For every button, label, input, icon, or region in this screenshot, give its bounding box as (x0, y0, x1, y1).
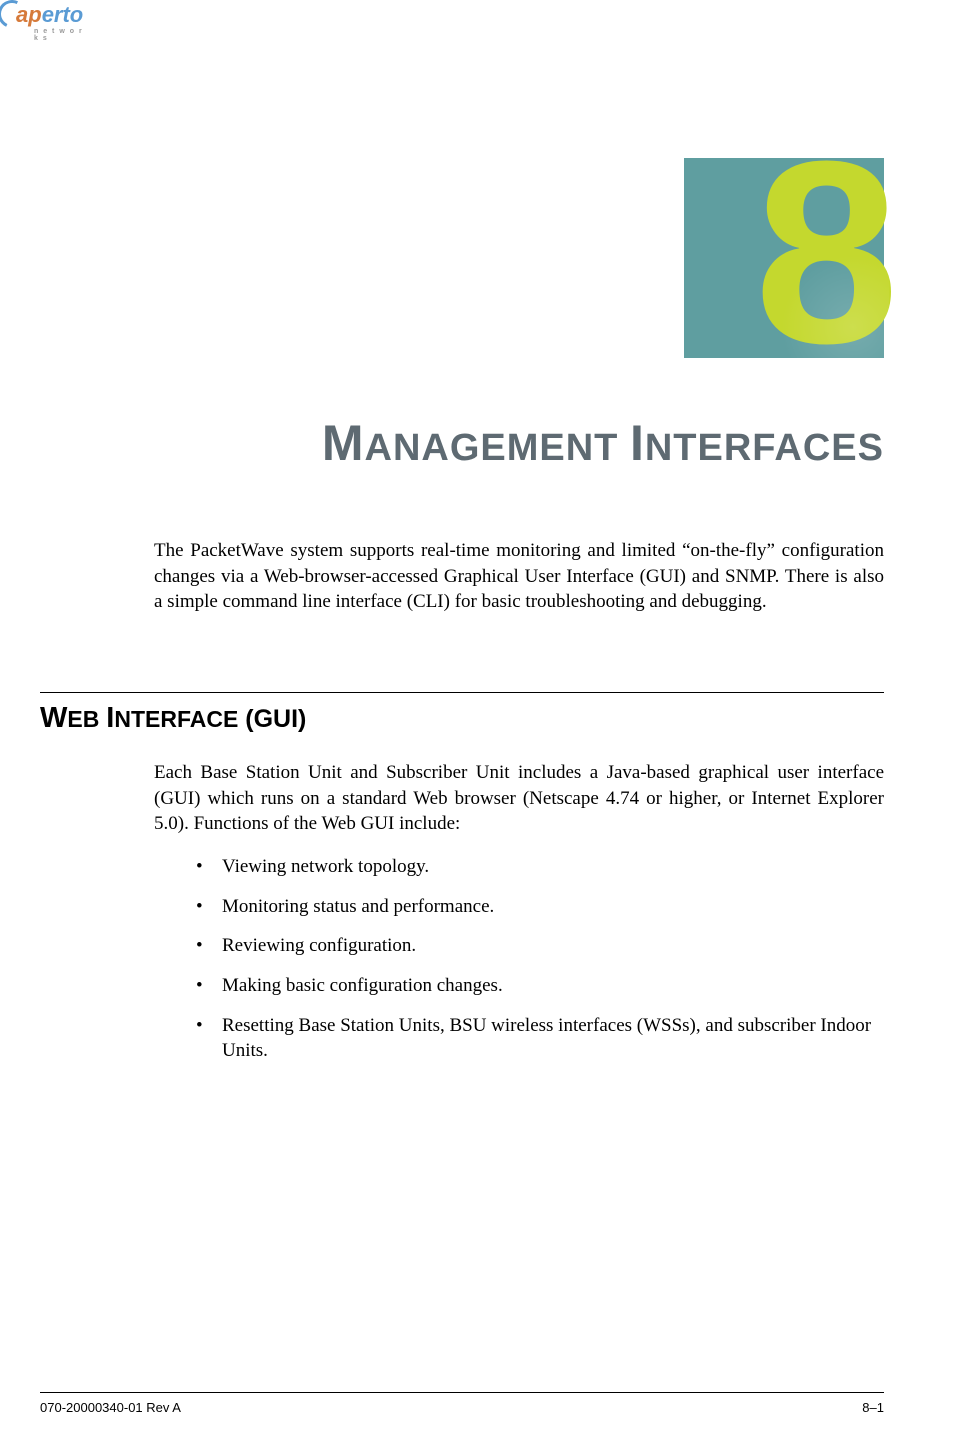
list-item: Monitoring status and performance. (196, 894, 884, 920)
logo-text-part1: ap (16, 2, 42, 27)
bullet-list: Viewing network topology. Monitoring sta… (196, 854, 884, 1078)
section-intro-paragraph: Each Base Station Unit and Subscriber Un… (154, 760, 884, 837)
brand-logo: aperto n e t w o r k s (2, 2, 83, 28)
logo-subtitle: n e t w o r k s (34, 28, 83, 42)
footer-document-id: 070-20000340-01 Rev A (40, 1400, 181, 1415)
list-item: Viewing network topology. (196, 854, 884, 880)
chapter-number: 8 (754, 123, 899, 383)
section-heading: WEB INTERFACE (GUI) (40, 702, 306, 735)
list-item: Resetting Base Station Units, BSU wirele… (196, 1013, 884, 1064)
footer-divider (40, 1392, 884, 1393)
logo-text-part2: erto (42, 2, 84, 27)
footer-page-number: 8–1 (862, 1400, 884, 1415)
document-page: aperto n e t w o r k s 8 MANAGEMENT INTE… (0, 0, 956, 1443)
list-item: Making basic configuration changes. (196, 973, 884, 999)
list-item: Reviewing configuration. (196, 933, 884, 959)
section-divider (40, 692, 884, 693)
chapter-badge: 8 (684, 158, 884, 358)
intro-paragraph: The PacketWave system supports real-time… (154, 538, 884, 615)
chapter-title: MANAGEMENT INTERFACES (322, 414, 884, 472)
